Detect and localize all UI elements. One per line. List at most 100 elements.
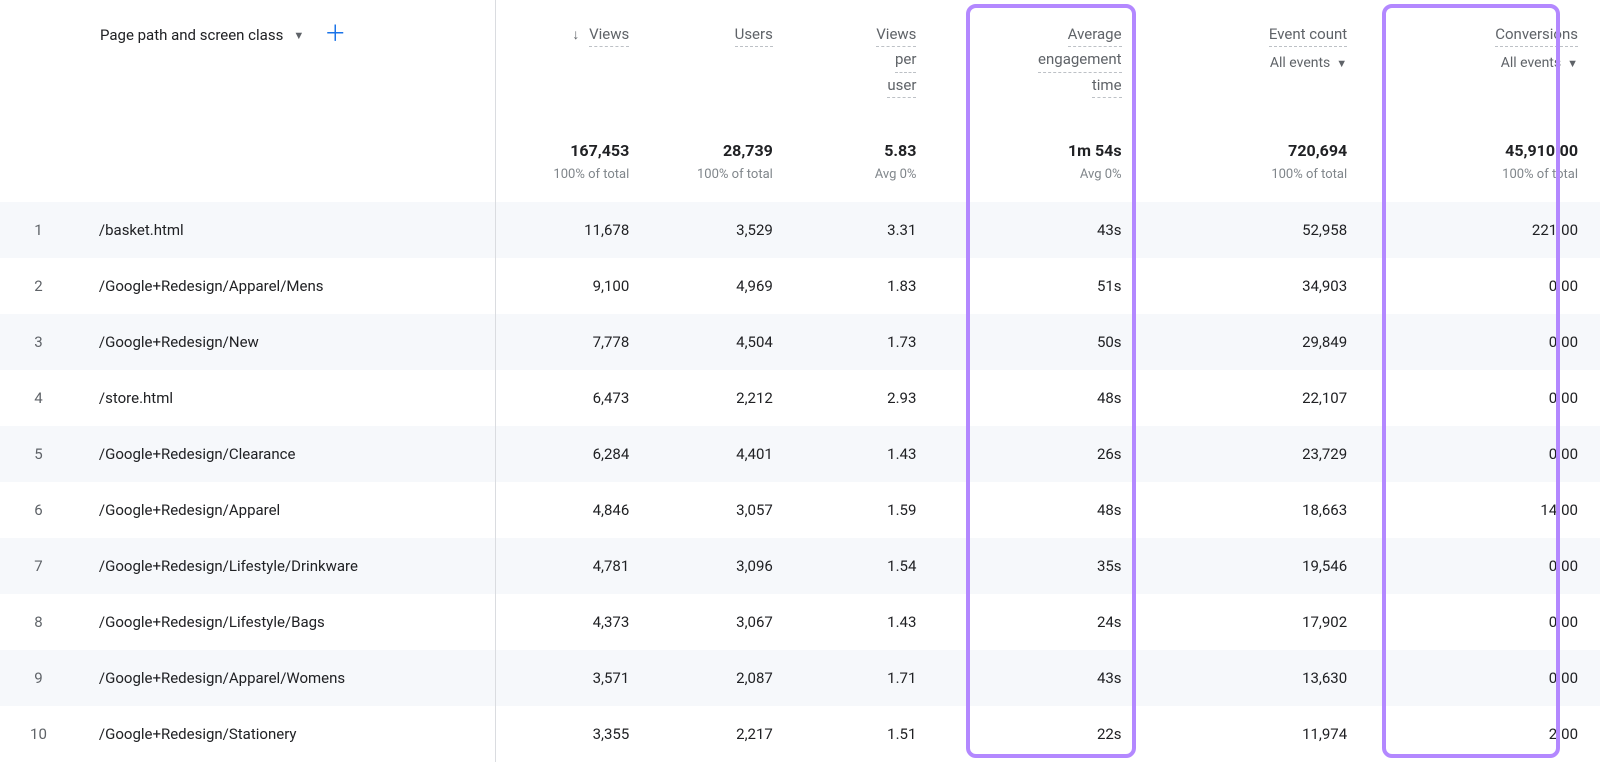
cell-users: 4,401 — [651, 426, 795, 482]
cell-users: 2,087 — [651, 650, 795, 706]
cell-users: 3,529 — [651, 202, 795, 258]
row-index: 7 — [0, 538, 77, 594]
add-dimension-button[interactable]: ＋ — [324, 24, 346, 46]
cell-conversions: 0.00 — [1369, 594, 1600, 650]
cell-conversions: 2.00 — [1369, 706, 1600, 762]
col-header-users[interactable]: Users — [651, 0, 795, 110]
cell-vpu: 1.43 — [795, 426, 939, 482]
conversions-filter[interactable]: All events ▼ — [1501, 55, 1578, 71]
cell-vpu: 3.31 — [795, 202, 939, 258]
divider — [495, 0, 496, 762]
cell-views: 4,781 — [508, 538, 652, 594]
table-row[interactable]: 6/Google+Redesign/Apparel4,8463,0571.594… — [0, 482, 1600, 538]
cell-events: 13,630 — [1144, 650, 1370, 706]
total-vpu: 5.83 — [817, 140, 917, 162]
cell-engagement: 51s — [938, 258, 1143, 314]
total-events: 720,694 — [1166, 140, 1348, 162]
cell-views: 3,355 — [508, 706, 652, 762]
row-index: 2 — [0, 258, 77, 314]
event-count-filter[interactable]: All events ▼ — [1270, 55, 1347, 71]
table-row[interactable]: 7/Google+Redesign/Lifestyle/Drinkware4,7… — [0, 538, 1600, 594]
cell-views: 3,571 — [508, 650, 652, 706]
cell-conversions: 0.00 — [1369, 650, 1600, 706]
page-path[interactable]: /basket.html — [77, 202, 508, 258]
cell-events: 11,974 — [1144, 706, 1370, 762]
page-path[interactable]: /Google+Redesign/Clearance — [77, 426, 508, 482]
dimension-selector[interactable]: Page path and screen class ▼ — [100, 26, 304, 44]
total-users: 28,739 — [673, 140, 773, 162]
table-row[interactable]: 8/Google+Redesign/Lifestyle/Bags4,3733,0… — [0, 594, 1600, 650]
cell-conversions: 0.00 — [1369, 314, 1600, 370]
cell-engagement: 48s — [938, 370, 1143, 426]
page-path[interactable]: /Google+Redesign/Apparel — [77, 482, 508, 538]
cell-events: 19,546 — [1144, 538, 1370, 594]
cell-engagement: 48s — [938, 482, 1143, 538]
cell-events: 52,958 — [1144, 202, 1370, 258]
table-row[interactable]: 9/Google+Redesign/Apparel/Womens3,5712,0… — [0, 650, 1600, 706]
total-conversions: 45,910.00 — [1391, 140, 1578, 162]
cell-engagement: 43s — [938, 650, 1143, 706]
cell-views: 7,778 — [508, 314, 652, 370]
cell-conversions: 221.00 — [1369, 202, 1600, 258]
table-row[interactable]: 10/Google+Redesign/Stationery3,3552,2171… — [0, 706, 1600, 762]
cell-events: 17,902 — [1144, 594, 1370, 650]
table-row[interactable]: 3/Google+Redesign/New7,7784,5041.7350s29… — [0, 314, 1600, 370]
cell-views: 6,473 — [508, 370, 652, 426]
cell-vpu: 1.83 — [795, 258, 939, 314]
cell-users: 4,969 — [651, 258, 795, 314]
cell-views: 4,846 — [508, 482, 652, 538]
cell-events: 18,663 — [1144, 482, 1370, 538]
cell-events: 29,849 — [1144, 314, 1370, 370]
row-index: 8 — [0, 594, 77, 650]
row-index: 1 — [0, 202, 77, 258]
cell-views: 6,284 — [508, 426, 652, 482]
cell-users: 2,212 — [651, 370, 795, 426]
cell-vpu: 1.73 — [795, 314, 939, 370]
cell-vpu: 1.54 — [795, 538, 939, 594]
page-path[interactable]: /Google+Redesign/Stationery — [77, 706, 508, 762]
cell-events: 34,903 — [1144, 258, 1370, 314]
col-header-conversions[interactable]: Conversions All events ▼ — [1369, 0, 1600, 110]
table-row[interactable]: 2/Google+Redesign/Apparel/Mens9,1004,969… — [0, 258, 1600, 314]
cell-engagement: 26s — [938, 426, 1143, 482]
totals-row: 167,453100% of total 28,739100% of total… — [0, 110, 1600, 203]
cell-users: 4,504 — [651, 314, 795, 370]
cell-views: 9,100 — [508, 258, 652, 314]
page-path[interactable]: /store.html — [77, 370, 508, 426]
cell-vpu: 1.51 — [795, 706, 939, 762]
table-row[interactable]: 4/store.html6,4732,2122.9348s22,1070.00 — [0, 370, 1600, 426]
chevron-down-icon: ▼ — [1567, 57, 1578, 70]
page-path[interactable]: /Google+Redesign/Apparel/Mens — [77, 258, 508, 314]
row-index: 6 — [0, 482, 77, 538]
cell-users: 3,057 — [651, 482, 795, 538]
col-header-event-count[interactable]: Event count All events ▼ — [1144, 0, 1370, 110]
cell-events: 23,729 — [1144, 426, 1370, 482]
cell-users: 2,217 — [651, 706, 795, 762]
cell-vpu: 1.71 — [795, 650, 939, 706]
cell-engagement: 22s — [938, 706, 1143, 762]
cell-conversions: 0.00 — [1369, 426, 1600, 482]
chevron-down-icon: ▼ — [293, 29, 304, 42]
table-row[interactable]: 1/basket.html11,6783,5293.3143s52,958221… — [0, 202, 1600, 258]
col-header-engagement[interactable]: Average engagement time — [938, 0, 1143, 110]
page-path[interactable]: /Google+Redesign/New — [77, 314, 508, 370]
page-path[interactable]: /Google+Redesign/Apparel/Womens — [77, 650, 508, 706]
cell-conversions: 0.00 — [1369, 538, 1600, 594]
cell-conversions: 0.00 — [1369, 258, 1600, 314]
sort-desc-icon: ↓ — [572, 26, 579, 43]
dimension-label: Page path and screen class — [100, 26, 283, 44]
table-row[interactable]: 5/Google+Redesign/Clearance6,2844,4011.4… — [0, 426, 1600, 482]
cell-vpu: 1.59 — [795, 482, 939, 538]
col-header-views[interactable]: ↓ Views — [508, 0, 652, 110]
cell-users: 3,096 — [651, 538, 795, 594]
total-engagement: 1m 54s — [960, 140, 1121, 162]
cell-views: 11,678 — [508, 202, 652, 258]
page-path[interactable]: /Google+Redesign/Lifestyle/Drinkware — [77, 538, 508, 594]
analytics-table: Page path and screen class ▼ ＋ ↓ Views U… — [0, 0, 1600, 762]
cell-views: 4,373 — [508, 594, 652, 650]
cell-engagement: 43s — [938, 202, 1143, 258]
col-header-vpu[interactable]: Views per user — [795, 0, 939, 110]
page-path[interactable]: /Google+Redesign/Lifestyle/Bags — [77, 594, 508, 650]
cell-conversions: 14.00 — [1369, 482, 1600, 538]
cell-events: 22,107 — [1144, 370, 1370, 426]
